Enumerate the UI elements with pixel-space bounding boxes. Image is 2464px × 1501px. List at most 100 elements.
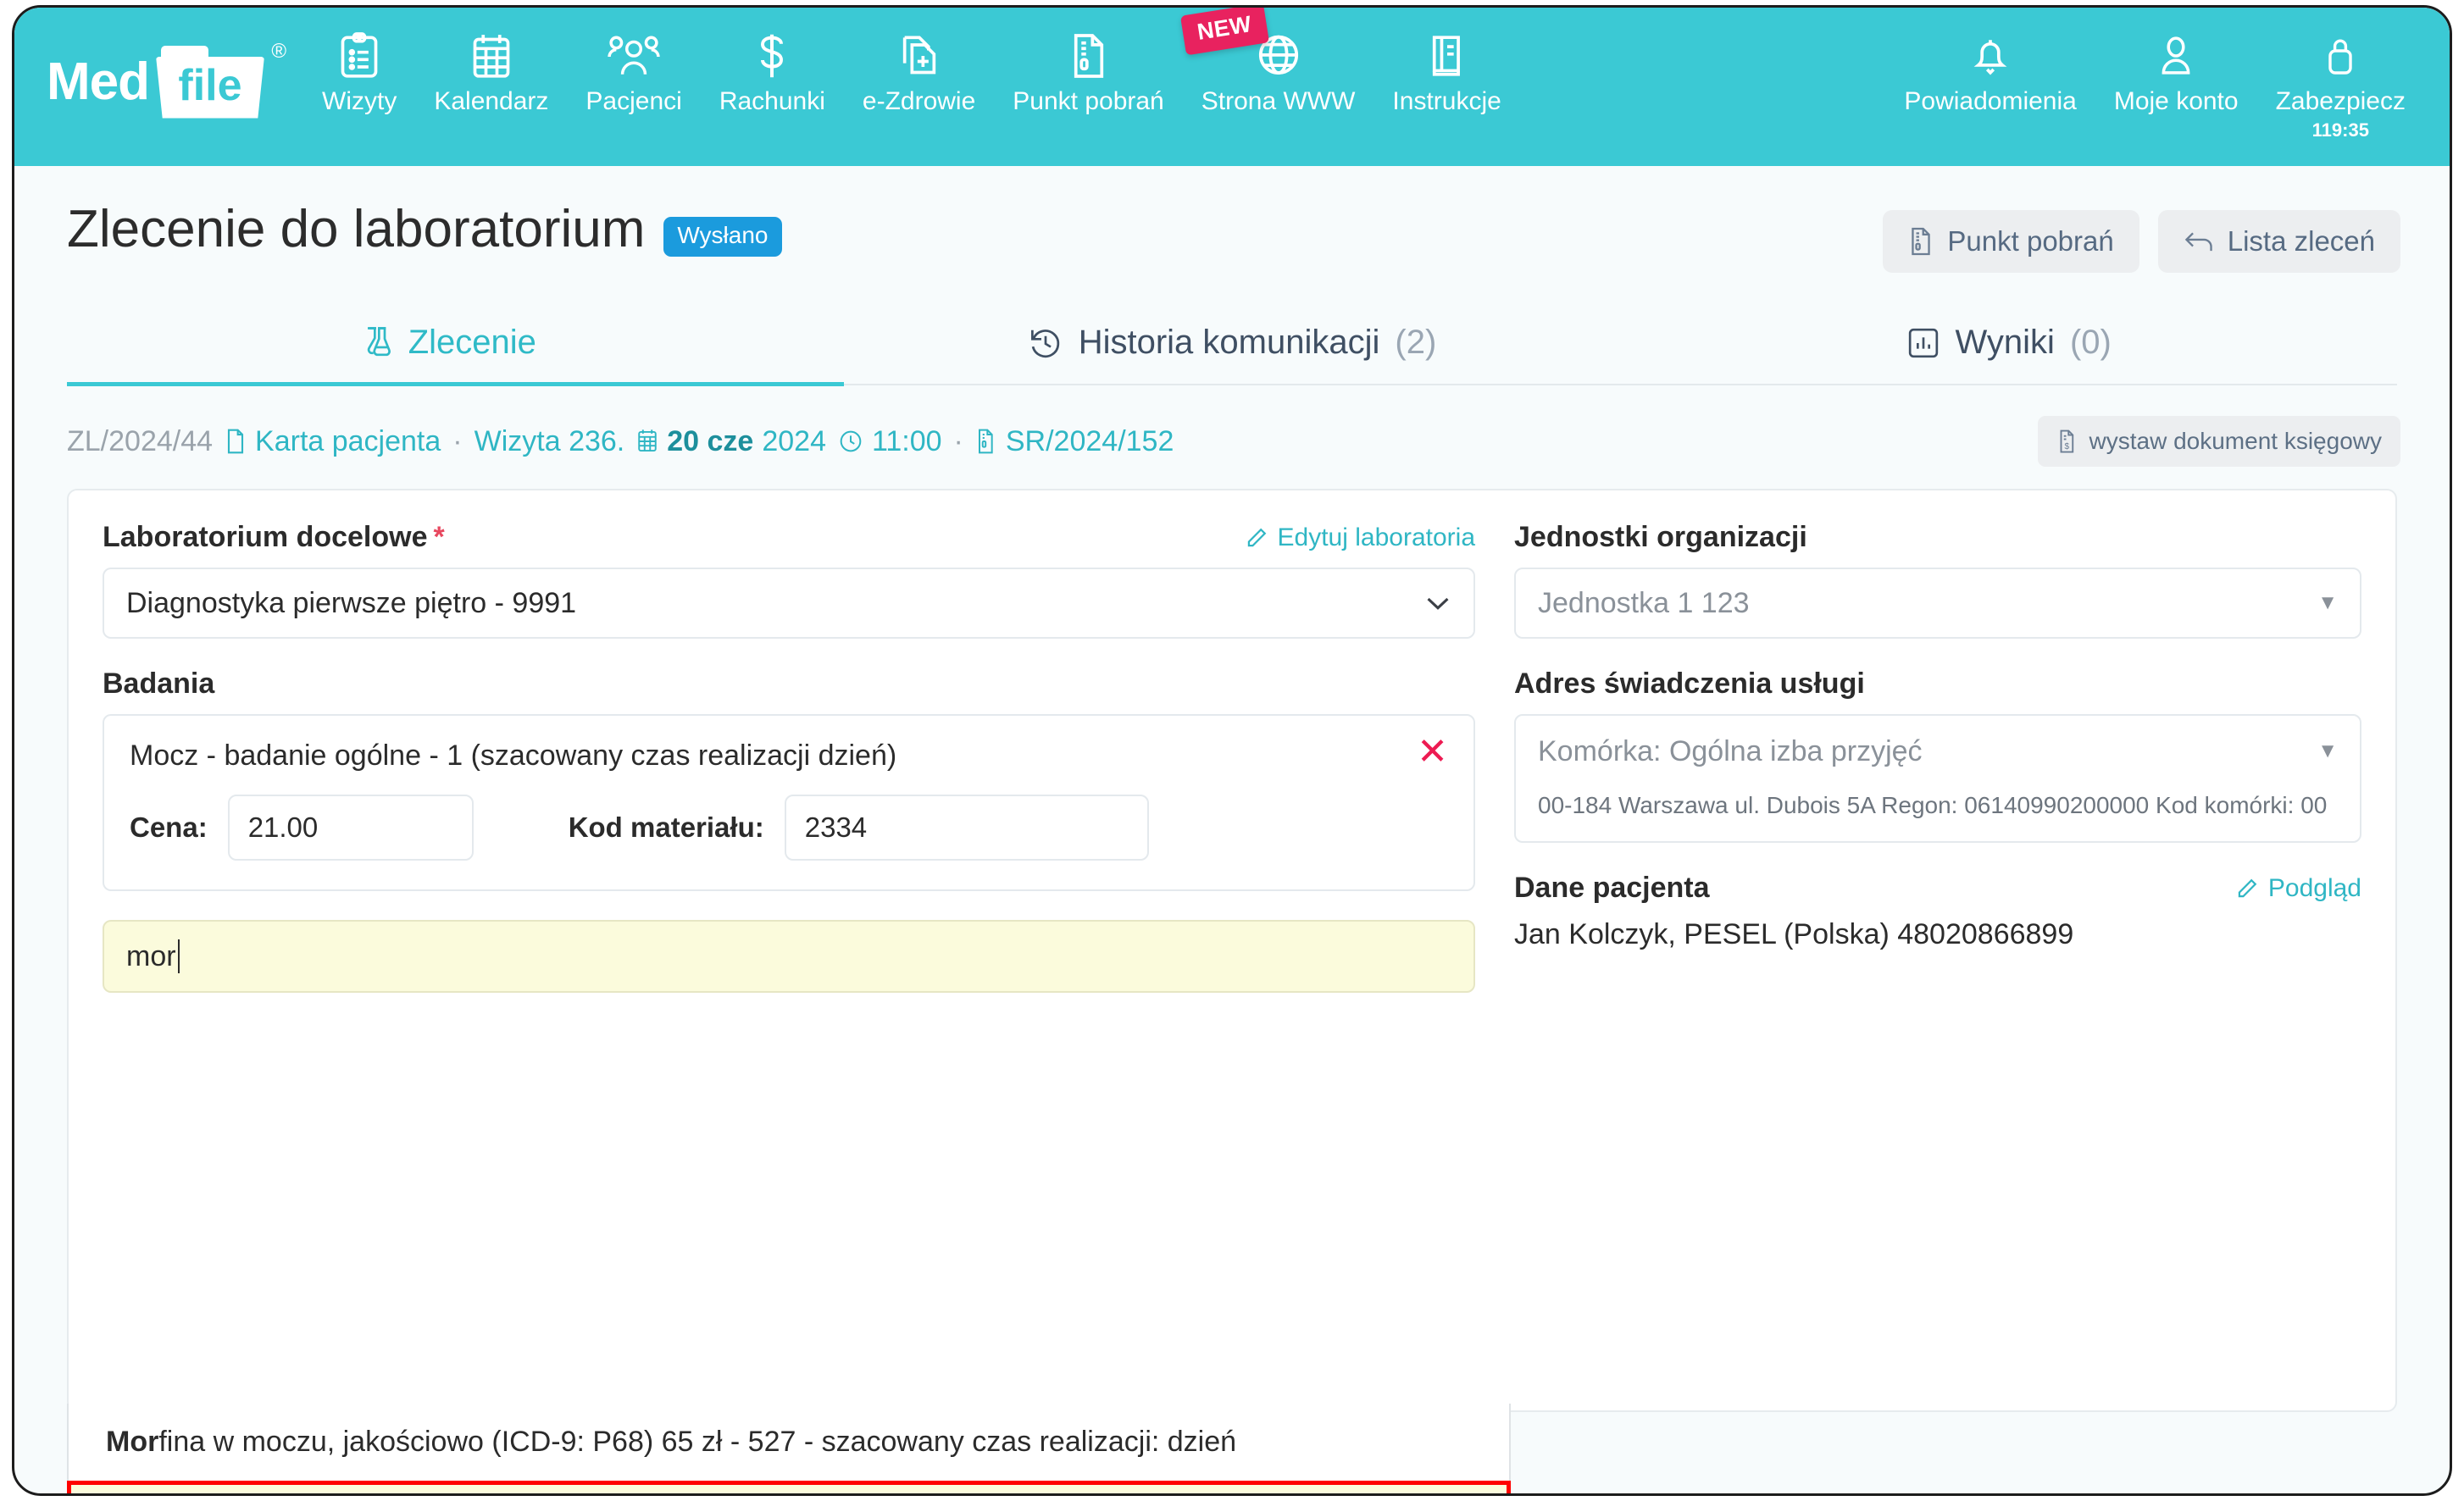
nav-item-pacjenci[interactable]: Pacjenci bbox=[567, 8, 700, 116]
flask-icon bbox=[359, 325, 393, 361]
tab-bar: Zlecenie Historia komunikacji (2) Wyniki… bbox=[67, 312, 2397, 386]
time-label: 11:00 bbox=[871, 424, 942, 457]
punkt-pobran-button[interactable]: Punkt pobrań bbox=[1883, 210, 2139, 273]
cena-label: Cena: bbox=[130, 811, 208, 843]
visit-date: 20 cze 2024 bbox=[636, 425, 826, 458]
date-year: 2024 bbox=[762, 424, 826, 457]
breadcrumb: ZL/2024/44 Karta pacjenta · Wizyta 236. … bbox=[14, 385, 2450, 467]
jednostki-organizacji-select[interactable]: Jednostka 1 123 ▼ bbox=[1514, 568, 2361, 639]
card-icon bbox=[225, 428, 247, 455]
nav-item-wizyty[interactable]: Wizyty bbox=[303, 8, 415, 116]
nav-item-kalendarz[interactable]: Kalendarz bbox=[415, 8, 567, 116]
navbar-items: Wizyty Kalendarz Pacjenci Rachunki e-Zdr… bbox=[303, 8, 1520, 166]
breadcrumb-separator-2: · bbox=[953, 424, 963, 457]
nav-label: Instrukcje bbox=[1392, 87, 1501, 115]
chart-icon bbox=[1906, 326, 1940, 360]
patient-name-pesel: Jan Kolczyk, PESEL (Polska) 48020866899 bbox=[1514, 918, 2074, 950]
search-input-value: mor bbox=[126, 939, 176, 972]
test-item-card: Mocz - badanie ogólne - 1 (szacowany cza… bbox=[103, 714, 1475, 891]
wystaw-dokument-ksiegowy-button[interactable]: $ wystaw dokument księgowy bbox=[2037, 416, 2400, 467]
select-value: Jednostka 1 123 bbox=[1538, 586, 1750, 619]
suggestion-item[interactable]: Morfina w moczu, jakościowo (ICD-9: P68)… bbox=[69, 1404, 1509, 1481]
nav-item-rachunki[interactable]: Rachunki bbox=[701, 8, 844, 116]
tab-wyniki[interactable]: Wyniki (0) bbox=[1620, 312, 2397, 384]
field-label: Jednostki organizacji bbox=[1514, 521, 1807, 553]
tab-label: Zlecenie bbox=[408, 324, 536, 361]
lock-icon bbox=[2322, 30, 2359, 82]
nav-item-moje-konto[interactable]: Moje konto bbox=[2095, 8, 2257, 116]
navbar-right-items: Powiadomienia Moje konto Zabezpiecz 119:… bbox=[1885, 8, 2450, 141]
lab-document-icon bbox=[975, 428, 997, 455]
test-title: Mocz - badanie ogólne - 1 (szacowany cza… bbox=[130, 739, 897, 772]
order-form-card: Laboratorium docelowe * Edytuj laborator… bbox=[67, 489, 2397, 1493]
jednostki-organizacji-label-row: Jednostki organizacji bbox=[1514, 521, 2361, 554]
search-suggestions-dropdown: Morfina w moczu, jakościowo (ICD-9: P68)… bbox=[67, 1404, 1511, 1493]
form-left-column: Laboratorium docelowe * Edytuj laborator… bbox=[67, 521, 1511, 1493]
nav-item-instrukcje[interactable]: Instrukcje bbox=[1374, 8, 1519, 116]
tab-historia-komunikacji[interactable]: Historia komunikacji (2) bbox=[844, 312, 1621, 384]
remove-test-button[interactable]: ✕ bbox=[1400, 734, 1448, 771]
patient-card-link[interactable]: Karta pacjenta bbox=[225, 425, 441, 458]
calendar-icon bbox=[636, 428, 658, 455]
address-detail-text: 00-184 Warszawa ul. Dubois 5A Regon: 061… bbox=[1538, 792, 2328, 818]
select-value: Diagnostyka pierwsze piętro - 9991 bbox=[126, 586, 577, 619]
address-select-row[interactable]: Komórka: Ogólna izba przyjęć ▼ bbox=[1516, 716, 2360, 787]
nav-label: Powiadomienia bbox=[1904, 87, 2077, 115]
nav-item-ezdrowie[interactable]: e-Zdrowie bbox=[844, 8, 994, 116]
laboratorium-docelowe-label-row: Laboratorium docelowe * Edytuj laborator… bbox=[103, 521, 1475, 554]
visit-label[interactable]: Wizyta 236. bbox=[474, 425, 625, 458]
text-cursor bbox=[177, 939, 180, 973]
edytuj-laboratoria-link[interactable]: Edytuj laboratoria bbox=[1246, 523, 1475, 552]
button-label: Punkt pobrań bbox=[1947, 225, 2114, 257]
match-prefix: Mor bbox=[106, 1426, 159, 1458]
adres-swiadczenia-select[interactable]: Komórka: Ogólna izba przyjęć ▼ 00-184 Wa… bbox=[1514, 714, 2361, 843]
page-header: Zlecenie do laboratorium Wysłano Punkt p… bbox=[14, 166, 2450, 273]
book-icon bbox=[1427, 30, 1468, 82]
user-icon bbox=[2156, 30, 2195, 82]
nav-item-zabezpiecz[interactable]: Zabezpiecz 119:35 bbox=[2257, 8, 2424, 141]
adres-swiadczenia-label-row: Adres świadczenia usługi bbox=[1514, 667, 2361, 701]
page-header-buttons: Punkt pobrań Lista zleceń bbox=[1883, 202, 2400, 273]
pencil-icon bbox=[1246, 527, 1268, 549]
visit-time: 11:00 bbox=[838, 425, 942, 458]
page-title: Zlecenie do laboratorium bbox=[67, 200, 646, 258]
nav-label: Moje konto bbox=[2113, 87, 2239, 115]
field-label: Laboratorium docelowe bbox=[103, 521, 428, 553]
breadcrumb-separator: · bbox=[452, 424, 463, 457]
tab-zlecenie[interactable]: Zlecenie bbox=[67, 312, 844, 386]
pencil-icon bbox=[2236, 878, 2258, 900]
svg-text:$: $ bbox=[2064, 442, 2069, 451]
nav-item-strona-www[interactable]: NEW Strona WWW bbox=[1179, 8, 1374, 116]
select-value: Komórka: Ogólna izba przyjęć bbox=[1538, 734, 1923, 767]
form-right-column: Jednostki organizacji Jednostka 1 123 ▼ … bbox=[1475, 521, 2361, 1376]
chevron-down-icon: ▼ bbox=[2317, 591, 2338, 614]
app-logo[interactable]: Med file ® bbox=[47, 8, 286, 166]
suggestion-item-highlighted[interactable]: Morfologia CBC 19 zł - 71 - szacowany cz… bbox=[67, 1481, 1511, 1493]
dollar-icon bbox=[753, 30, 791, 82]
podglad-link[interactable]: Podgląd bbox=[2236, 874, 2361, 903]
kod-materialu-label: Kod materiału: bbox=[568, 811, 764, 843]
nav-label: Kalendarz bbox=[434, 87, 549, 115]
nav-item-punkt-pobran[interactable]: Punkt pobrań bbox=[994, 8, 1182, 116]
main-navbar: Med file ® Wizyty Kalendarz Pacjenci Rac… bbox=[14, 8, 2450, 166]
dane-pacjenta-label-row: Dane pacjenta Podgląd bbox=[1514, 872, 2361, 905]
chevron-down-icon bbox=[1424, 595, 1451, 612]
kod-materialu-input[interactable]: 2334 bbox=[784, 795, 1149, 861]
document-id-link[interactable]: SR/2024/152 bbox=[975, 425, 1174, 458]
cena-input[interactable]: 21.00 bbox=[227, 795, 474, 861]
history-icon bbox=[1028, 325, 1063, 361]
lista-zlecen-button[interactable]: Lista zleceń bbox=[2157, 210, 2400, 273]
nav-label: Punkt pobrań bbox=[1013, 87, 1164, 115]
nav-label: Rachunki bbox=[719, 87, 825, 115]
laboratorium-select[interactable]: Diagnostyka pierwsze piętro - 9991 bbox=[103, 568, 1475, 639]
application-window: Med file ® Wizyty Kalendarz Pacjenci Rac… bbox=[12, 5, 2452, 1496]
nav-label: e-Zdrowie bbox=[862, 87, 976, 115]
status-badge: Wysłano bbox=[663, 217, 782, 257]
field-label: Dane pacjenta bbox=[1514, 872, 1710, 904]
badanie-search-input[interactable]: mor bbox=[103, 920, 1475, 993]
suggestion-text: fina w moczu, jakościowo (ICD-9: P68) 65… bbox=[158, 1426, 1237, 1458]
button-label: Lista zleceń bbox=[2227, 225, 2375, 257]
registered-mark: ® bbox=[271, 40, 286, 63]
nav-item-powiadomienia[interactable]: Powiadomienia bbox=[1885, 8, 2095, 116]
field-label: Badania bbox=[103, 667, 215, 700]
